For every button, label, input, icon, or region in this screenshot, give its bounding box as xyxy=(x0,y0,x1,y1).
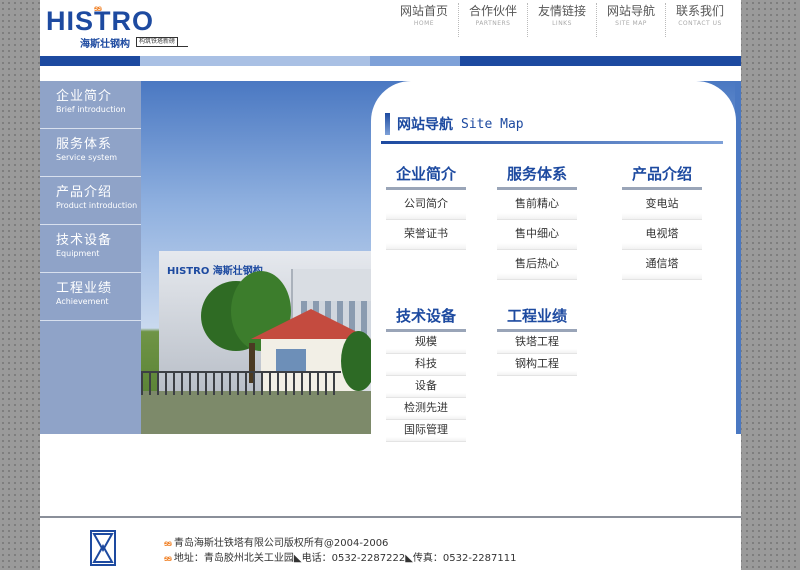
sidebar-item-brief-introduction[interactable]: 企业简介 Brief introduction xyxy=(40,81,141,129)
sitemap-link[interactable]: 变电站 xyxy=(622,190,702,220)
sitemap-link[interactable]: 售中细心 xyxy=(497,220,577,250)
nav-label: 网站首页 xyxy=(399,4,448,18)
sitemap-title-en: Site Map xyxy=(461,116,524,132)
sidebar-item-label: 服务体系 xyxy=(56,137,113,152)
sitemap-divider xyxy=(381,141,723,144)
sitemap-link[interactable]: 检测先进 xyxy=(386,398,466,420)
photo-gatehouse-window xyxy=(276,349,306,371)
sidebar-item-service-system[interactable]: 服务体系 Service system xyxy=(40,129,141,177)
footer-info: ᵴᵴ 青岛海斯壮铁塔有限公司版权所有@2004-2006 ᵴᵴ 地址：青岛胶州北关工… xyxy=(164,536,516,566)
nav-links[interactable]: 友情链接 LINKS xyxy=(527,3,596,37)
sidebar-item-equipment[interactable]: 技术设备 Equipment xyxy=(40,225,141,273)
footer-address: 地址：青岛胶州北关工业园◣电话：0532-2287222◣传真：0532-228… xyxy=(173,553,517,564)
sidebar-item-sub-label: Product introduction xyxy=(56,201,138,210)
title-bar-icon xyxy=(385,113,390,135)
nav-sub-label: PARTNERS xyxy=(475,20,511,27)
sidebar-item-label: 技术设备 xyxy=(56,233,113,248)
sitemap-link[interactable]: 铁塔工程 xyxy=(497,332,577,354)
sitemap-link[interactable]: 售后热心 xyxy=(497,250,577,280)
footer-mark-icon: ᵴᵴ xyxy=(164,539,172,548)
sidebar-item-label: 产品介绍 xyxy=(56,185,113,200)
sitemap-column-head[interactable]: 工程业绩 xyxy=(497,303,577,332)
logo-cn-name: 海斯壮钢构 xyxy=(80,39,130,50)
sidebar-item-sub-label: Equipment xyxy=(56,249,100,258)
sitemap-link[interactable]: 规模 xyxy=(386,332,466,354)
sitemap-link[interactable]: 钢构工程 xyxy=(497,354,577,376)
sitemap-column-brief: 企业简介 公司简介 荣誉证书 xyxy=(386,161,466,250)
logo-wordmark: HISTRO xyxy=(46,6,155,36)
sidebar-item-label: 企业简介 xyxy=(56,89,113,104)
sitemap-column-head[interactable]: 技术设备 xyxy=(386,303,466,332)
sitemap-column-head[interactable]: 企业简介 xyxy=(386,161,466,190)
sidebar-item-label: 工程业绩 xyxy=(56,281,113,296)
histro-logo[interactable]: ᵴᵴ HISTRO 海斯壮钢构 构筑铁塔新磅 xyxy=(46,4,206,50)
nav-sub-label: SITE MAP xyxy=(615,20,647,27)
footer-divider xyxy=(40,516,741,518)
sitemap-link[interactable]: 荣誉证书 xyxy=(386,220,466,250)
footer-logo-icon xyxy=(90,530,116,566)
sitemap-column-achievement: 工程业绩 铁塔工程 钢构工程 xyxy=(497,303,577,376)
nav-contact[interactable]: 联系我们 CONTACT US xyxy=(665,3,734,37)
footer-copyright-line: ᵴᵴ 青岛海斯壮铁塔有限公司版权所有@2004-2006 xyxy=(164,536,516,551)
nav-home[interactable]: 网站首页 HOME xyxy=(390,3,458,37)
nav-partners[interactable]: 合作伙伴 PARTNERS xyxy=(458,3,527,37)
sitemap-link[interactable]: 售前精心 xyxy=(497,190,577,220)
sidebar-item-sub-label: Service system xyxy=(56,153,118,162)
nav-sub-label: LINKS xyxy=(552,20,572,27)
top-nav: 网站首页 HOME 合作伙伴 PARTNERS 友情链接 LINKS 网站导航 SITE… xyxy=(390,3,734,37)
footer-copyright: 青岛海斯壮铁塔有限公司版权所有@2004-2006 xyxy=(173,538,389,549)
footer-address-line: ᵴᵴ 地址：青岛胶州北关工业园◣电话：0532-2287222◣传真：0532-2… xyxy=(164,551,516,566)
sitemap-column-service: 服务体系 售前精心 售中细心 售后热心 xyxy=(497,161,577,280)
sidebar-menu: 企业简介 Brief introduction 服务体系 Service syste… xyxy=(40,81,141,434)
sidebar-item-sub-label: Brief introduction xyxy=(56,105,126,114)
sitemap-panel: 网站导航 Site Map 企业简介 公司简介 荣誉证书 服务体系 售前精心 售… xyxy=(371,81,736,451)
nav-sub-label: HOME xyxy=(413,20,435,27)
nav-label: 网站导航 xyxy=(606,4,655,18)
nav-site-map[interactable]: 网站导航 SITE MAP xyxy=(596,3,665,37)
nav-label: 友情链接 xyxy=(537,4,586,18)
sitemap-link[interactable]: 国际管理 xyxy=(386,420,466,442)
sitemap-column-products: 产品介绍 变电站 电视塔 通信塔 xyxy=(622,161,702,280)
sitemap-column-head[interactable]: 产品介绍 xyxy=(622,161,702,190)
sitemap-column-equipment: 技术设备 规模 科技 设备 检测先进 国际管理 xyxy=(386,303,466,442)
nav-label: 合作伙伴 xyxy=(468,4,517,18)
sitemap-link[interactable]: 科技 xyxy=(386,354,466,376)
sitemap-column-head[interactable]: 服务体系 xyxy=(497,161,577,190)
sidebar-item-sub-label: Achievement xyxy=(56,297,109,306)
nav-label: 联系我们 xyxy=(675,4,724,18)
sitemap-link[interactable]: 电视塔 xyxy=(622,220,702,250)
header-stripe xyxy=(40,56,741,66)
sidebar-item-achievement[interactable]: 工程业绩 Achievement xyxy=(40,273,141,321)
logo-underline xyxy=(136,46,188,47)
nav-sub-label: CONTACT US xyxy=(678,20,722,27)
sidebar-item-product-introduction[interactable]: 产品介绍 Product introduction xyxy=(40,177,141,225)
sitemap-link[interactable]: 公司简介 xyxy=(386,190,466,220)
sitemap-title-cn: 网站导航 xyxy=(397,117,453,133)
footer-mark-icon: ᵴᵴ xyxy=(164,554,172,563)
photo-fence xyxy=(141,371,341,395)
page: ᵴᵴ HISTRO 海斯壮钢构 构筑铁塔新磅 网站首页 HOME 合作伙伴 PART… xyxy=(40,0,741,570)
sitemap-link[interactable]: 通信塔 xyxy=(622,250,702,280)
sitemap-title: 网站导航 Site Map xyxy=(385,113,524,135)
sitemap-link[interactable]: 设备 xyxy=(386,376,466,398)
